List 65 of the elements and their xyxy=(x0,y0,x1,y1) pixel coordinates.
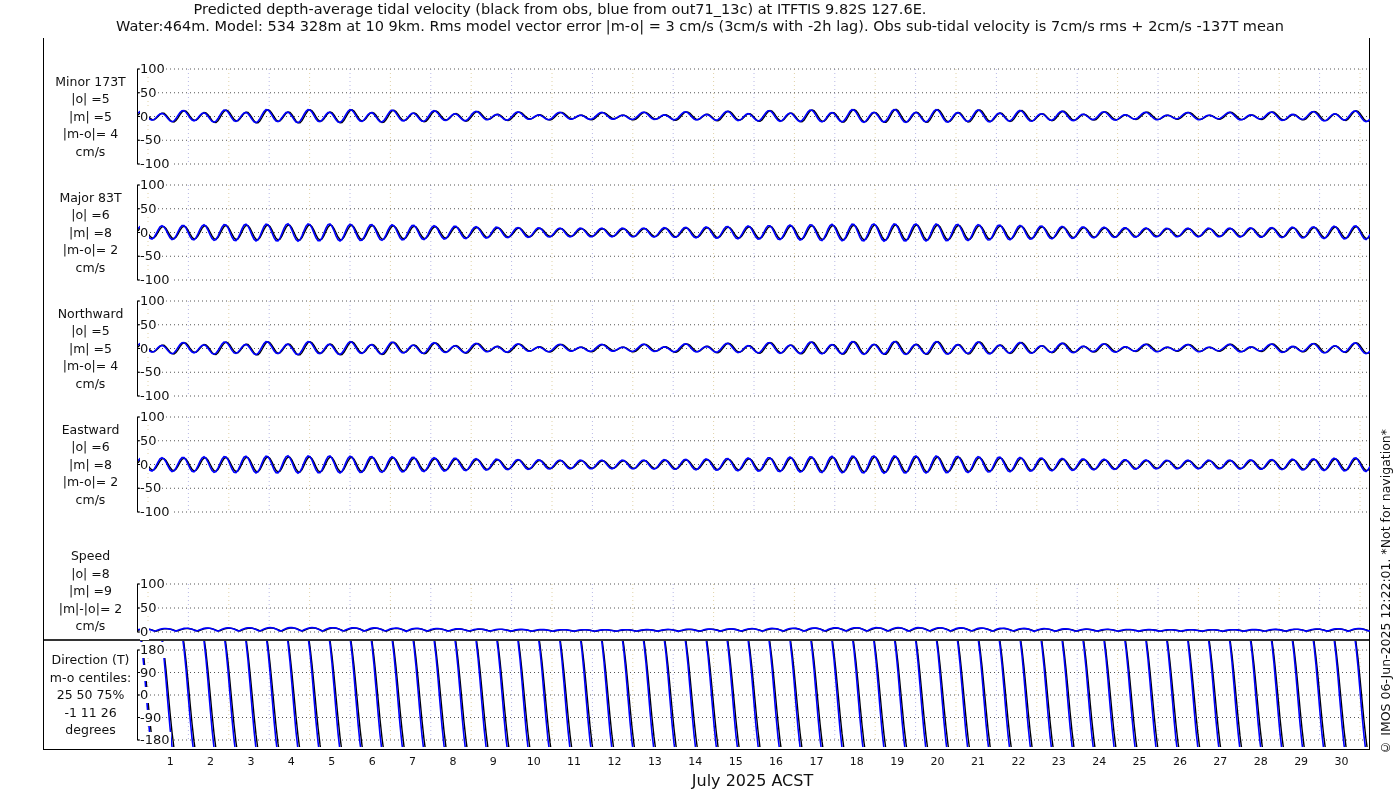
y-tick-label: -180 xyxy=(140,732,171,748)
x-tick-label: 28 xyxy=(1252,754,1269,768)
x-tick-label: 2 xyxy=(206,754,216,768)
x-tick-label: 4 xyxy=(286,754,296,768)
x-tick-label: 12 xyxy=(606,754,623,768)
copyright-notice: © IMOS 06-Jun-2025 12:22:01. *Not for navigation* xyxy=(1377,429,1393,755)
x-tick-label: 16 xyxy=(768,754,785,768)
y-tick-label: 50 xyxy=(140,432,158,449)
x-tick-label: 21 xyxy=(970,754,986,768)
chart-subtitle: Water:464m. Model: 534 328m at 10 9km. Rms model vector error |m-o| = 3 cm/s (3cm/s with -2h lag). Obs sub-tidal velocity is 7cm/s rms + 2cm/s -137T mean xyxy=(116,18,1284,35)
y-axis xyxy=(137,583,142,633)
panel-label: Direction (T) m-o centiles: 25 50 75% -1 11 26 degrees xyxy=(49,651,132,739)
x-tick-label: 22 xyxy=(1010,754,1027,768)
y-tick-label: -50 xyxy=(140,364,163,381)
y-tick-label: 100 xyxy=(140,61,166,77)
x-tick-label: 10 xyxy=(525,754,542,768)
y-tick-label: 100 xyxy=(140,293,166,309)
x-tick-label: 15 xyxy=(727,754,744,768)
x-tick-label: 30 xyxy=(1333,754,1350,768)
y-tick-label: 0 xyxy=(140,456,150,473)
panel-label: Northward |o| =5 |m| =5 |m-o|= 4 cm/s xyxy=(57,304,124,392)
y-tick-label: 100 xyxy=(140,177,166,193)
x-tick-label: 11 xyxy=(566,754,583,768)
x-tick-label: 29 xyxy=(1293,754,1310,768)
x-tick-label: 1 xyxy=(165,754,175,768)
x-tick-label: 7 xyxy=(408,754,418,768)
y-tick-label: 0 xyxy=(140,687,150,703)
x-tick-label: 6 xyxy=(367,754,377,768)
y-tick-label: 50 xyxy=(140,84,158,101)
y-tick-label: 0 xyxy=(140,108,150,125)
x-tick-label: 5 xyxy=(327,754,337,768)
panel-label: Major 83T |o| =6 |m| =8 |m-o|= 2 cm/s xyxy=(59,188,122,276)
x-tick-label: 9 xyxy=(488,754,498,768)
panel-label: Eastward |o| =6 |m| =8 |m-o|= 2 cm/s xyxy=(61,420,120,508)
y-tick-label: 50 xyxy=(140,316,158,333)
y-tick-label: 50 xyxy=(140,200,158,217)
x-tick-label: 13 xyxy=(646,754,663,768)
x-axis-label: July 2025 ACST xyxy=(690,772,815,790)
x-tick-label: 20 xyxy=(929,754,946,768)
x-tick-label: 27 xyxy=(1212,754,1229,768)
y-tick-label: -50 xyxy=(140,132,163,149)
y-tick-label: 100 xyxy=(140,409,166,425)
x-tick-label: 18 xyxy=(848,754,865,768)
y-tick-label: 0 xyxy=(140,340,150,357)
y-tick-label: 180 xyxy=(140,642,166,658)
y-tick-label: -50 xyxy=(140,480,163,497)
chart-title: Predicted depth-average tidal velocity (black from obs, blue from out71_13c) at ITFTIS 9.82S 127.6E. xyxy=(193,1,927,18)
x-tick-label: 14 xyxy=(687,754,704,768)
y-tick-label: 50 xyxy=(140,600,158,616)
x-tick-label: 17 xyxy=(808,754,825,768)
x-tick-label: 3 xyxy=(246,754,256,768)
x-tick-label: 26 xyxy=(1171,754,1188,768)
x-tick-label: 25 xyxy=(1131,754,1148,768)
y-tick-label: 100 xyxy=(140,576,166,592)
x-tick-label: 24 xyxy=(1091,754,1108,768)
y-tick-label: -50 xyxy=(140,248,163,265)
x-tick-label: 19 xyxy=(889,754,906,768)
y-tick-label: 0 xyxy=(140,224,150,241)
panel-label: Speed |o| =8 |m| =9 |m|-|o|= 2 cm/s xyxy=(58,547,123,635)
y-tick-label: 0 xyxy=(140,624,150,640)
y-tick-label: -90 xyxy=(140,709,163,726)
y-tick-label: 90 xyxy=(140,664,158,681)
panel-label: Minor 173T |o| =5 |m| =5 |m-o|= 4 cm/s xyxy=(55,72,126,160)
x-tick-label: 23 xyxy=(1050,754,1067,768)
x-tick-label: 8 xyxy=(448,754,458,768)
